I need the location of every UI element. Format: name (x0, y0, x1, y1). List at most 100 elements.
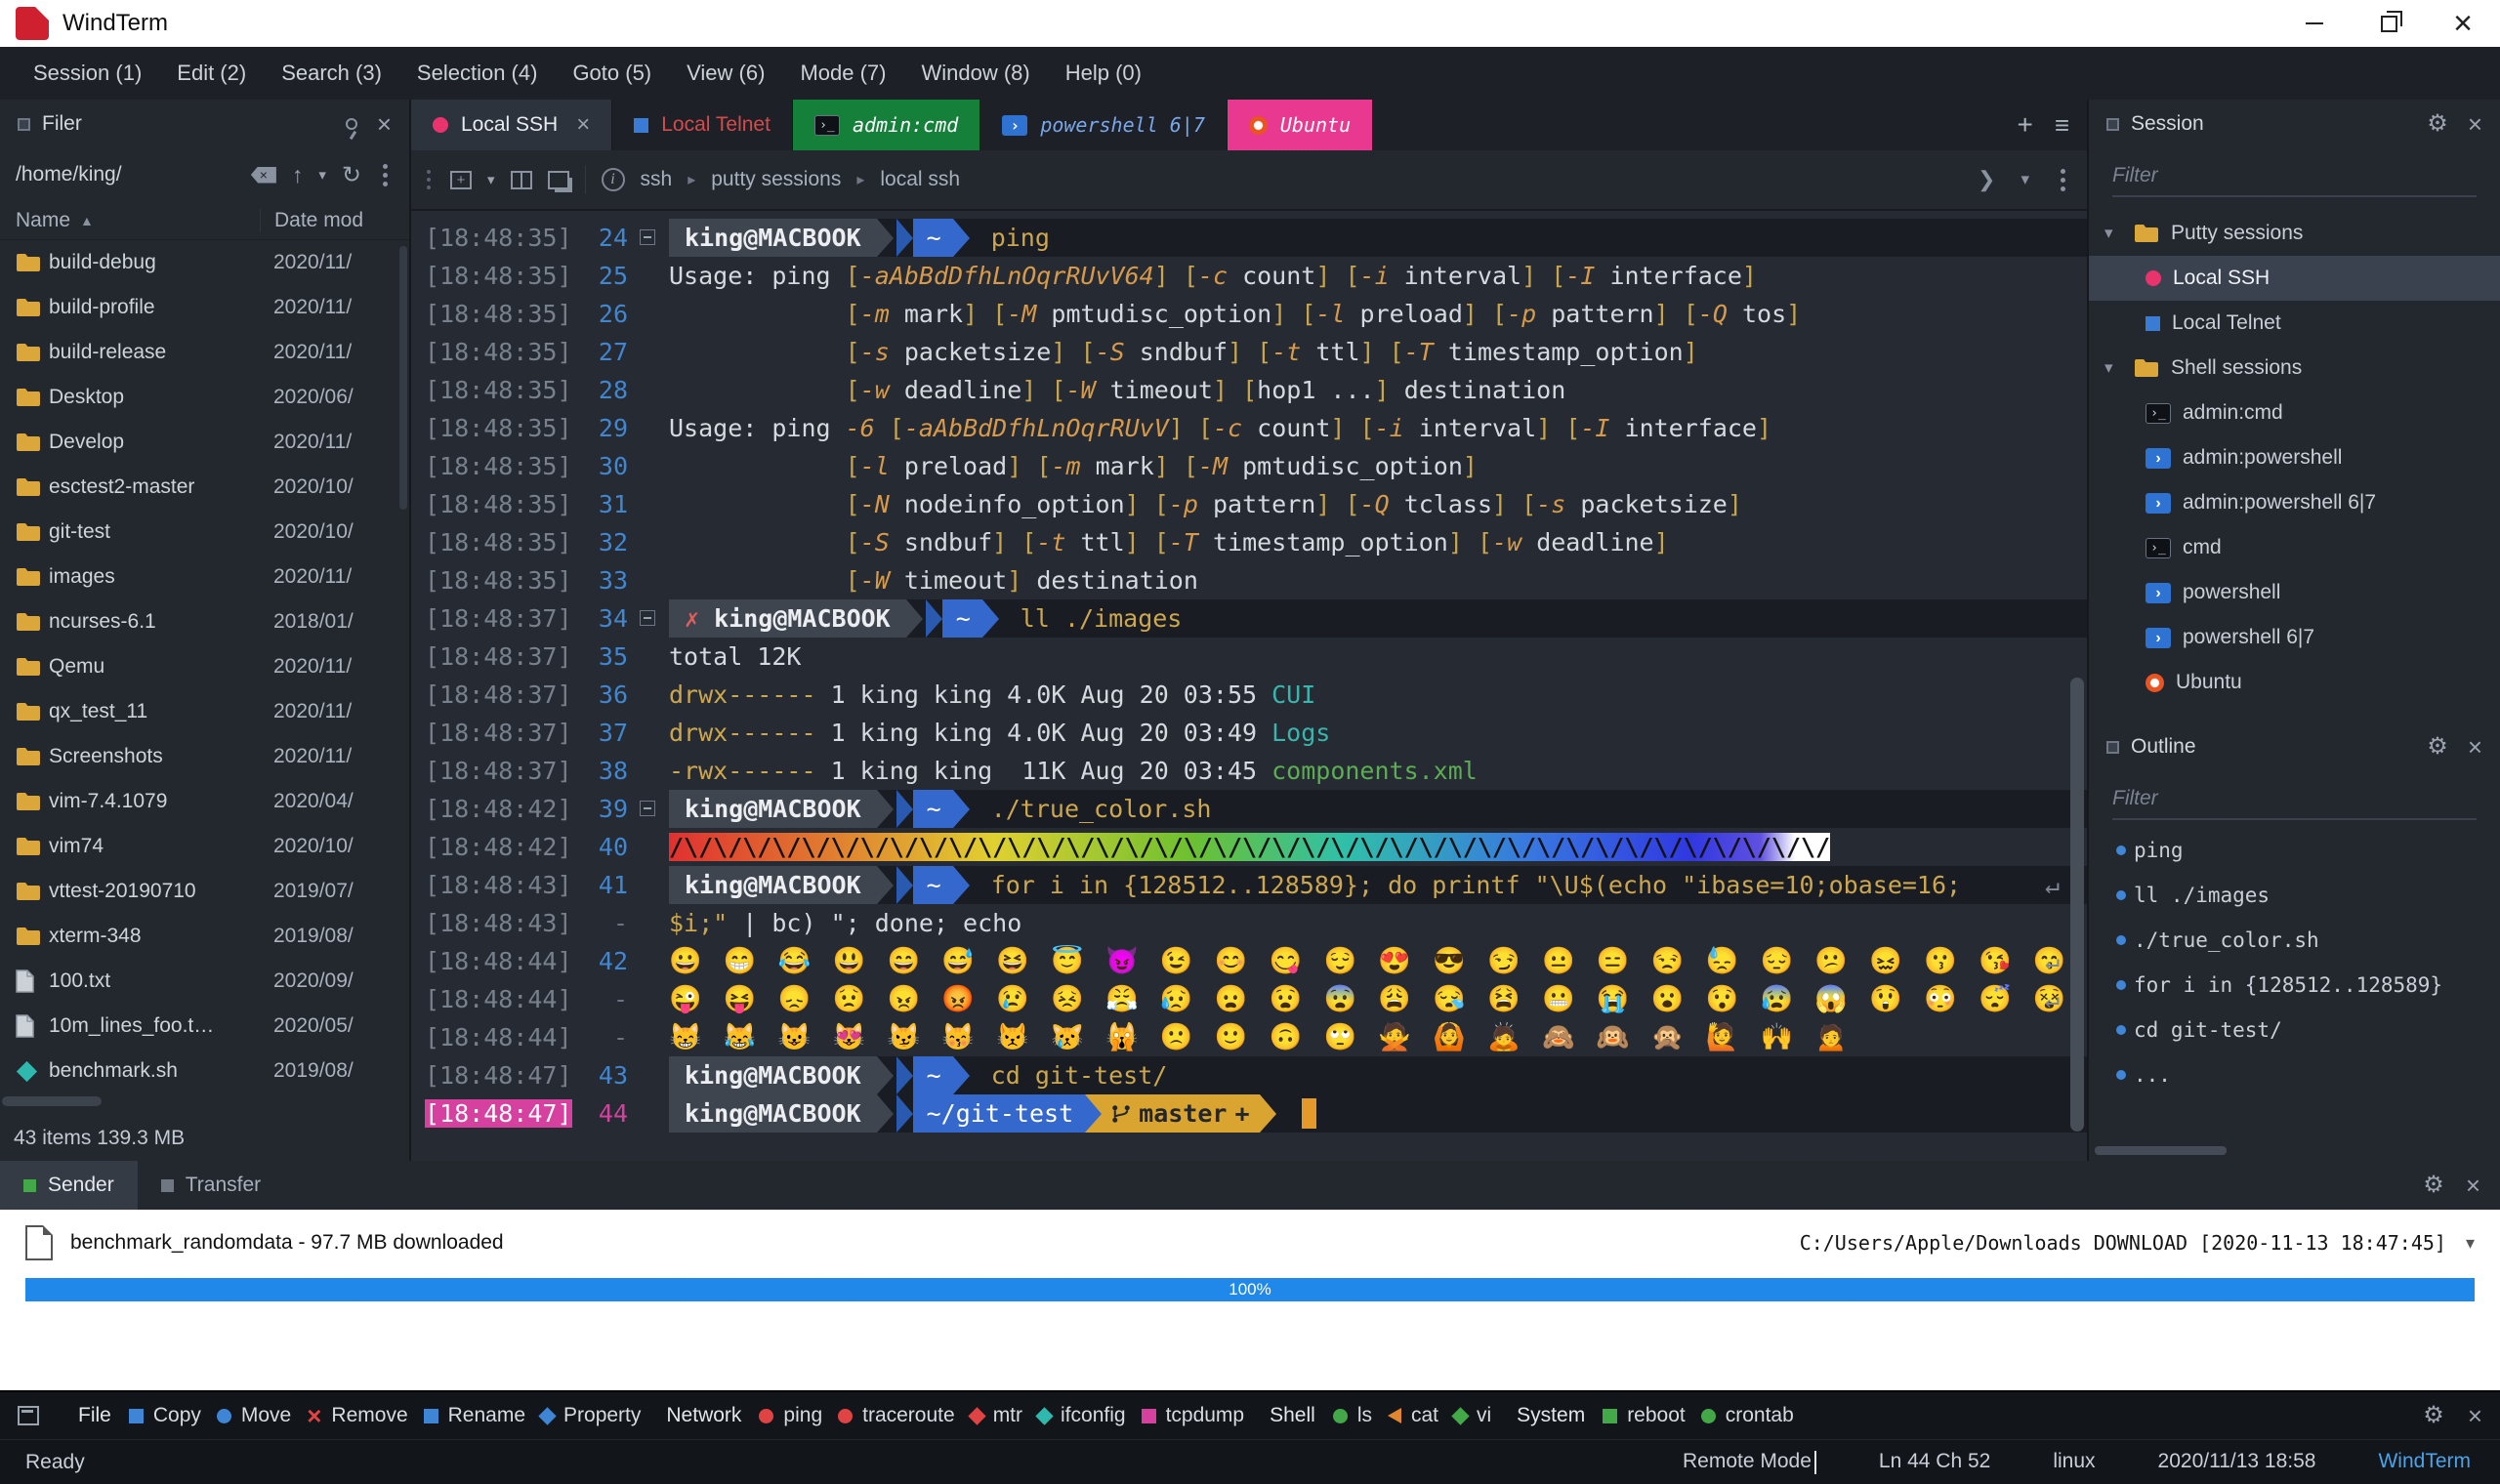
filer-row-screenshots[interactable]: Screenshots 2020/11/ (0, 734, 409, 779)
column-date-modified[interactable]: Date mod (260, 208, 363, 232)
filer-row-vttest-20190710[interactable]: vttest-20190710 2019/07/ (0, 869, 409, 914)
close-button[interactable]: × (2426, 0, 2500, 47)
session-item-admin-cmd[interactable]: ›_ admin:cmd (2089, 391, 2500, 435)
outline-item-true-color-sh[interactable]: ./true_color.sh (2089, 918, 2500, 963)
toolbar-group-file[interactable]: File (78, 1404, 111, 1427)
breadcrumb-segment-ssh[interactable]: ssh (641, 168, 673, 191)
filer-row-vim-7-4-1079[interactable]: vim-7.4.1079 2020/04/ (0, 779, 409, 824)
toolbar-command-move[interactable]: Move (216, 1404, 291, 1427)
terminal-window-icon[interactable] (18, 1406, 39, 1425)
menu-item-selection-4[interactable]: Selection (4) (403, 55, 552, 92)
outline-item-[interactable]: ... (2089, 1052, 2500, 1097)
more-options-icon[interactable] (2061, 177, 2065, 183)
outline-close-icon[interactable]: × (2468, 734, 2482, 760)
filer-row-xterm-348[interactable]: xterm-348 2019/08/ (0, 914, 409, 959)
filer-hscroll-thumb[interactable] (2, 1096, 102, 1106)
toolbar-command-ifconfig[interactable]: ifconfig (1035, 1404, 1126, 1427)
info-icon[interactable]: i (601, 168, 625, 191)
filer-row-10m-lines-foo-t[interactable]: 10m_lines_foo.t… 2020/05/ (0, 1004, 409, 1049)
toolbar-settings-icon[interactable]: ⚙ (2423, 1404, 2444, 1427)
transfer-close-icon[interactable]: × (2466, 1173, 2480, 1198)
toolbar-close-icon[interactable]: × (2468, 1403, 2482, 1428)
new-session-icon[interactable]: + (450, 170, 472, 189)
chevron-down-icon[interactable]: ▾ (2104, 224, 2122, 243)
download-item[interactable]: benchmark_randomdata - 97.7 MB downloade… (25, 1225, 2475, 1260)
menu-item-session-1[interactable]: Session (1) (20, 55, 155, 92)
filer-row-ncurses-6-1[interactable]: ncurses-6.1 2018/01/ (0, 599, 409, 644)
menu-item-goto-5[interactable]: Goto (5) (559, 55, 665, 92)
refresh-icon[interactable]: ↻ (342, 161, 361, 189)
filer-row-build-release[interactable]: build-release 2020/11/ (0, 330, 409, 375)
toolbar-command-ping[interactable]: ping (759, 1404, 822, 1427)
transfer-tab-transfer[interactable]: Transfer (138, 1161, 284, 1210)
fold-marker-icon[interactable] (640, 229, 655, 245)
up-dropdown-icon[interactable]: ▾ (318, 166, 326, 184)
split-view-icon[interactable] (510, 170, 532, 189)
toolbar-command-vi[interactable]: vi (1451, 1404, 1491, 1427)
outline-item-ll-images[interactable]: ll ./images (2089, 873, 2500, 918)
toolbar-command-mtr[interactable]: mtr (967, 1404, 1022, 1427)
tab-ubuntu[interactable]: Ubuntu (1227, 100, 1374, 150)
outline-item-cd-git-test[interactable]: cd git-test/ (2089, 1008, 2500, 1052)
transfer-settings-icon[interactable]: ⚙ (2423, 1174, 2444, 1197)
fold-marker-icon[interactable] (640, 610, 655, 626)
filer-path[interactable]: /home/king/ (16, 163, 122, 186)
session-group-putty-sessions[interactable]: ▾ Putty sessions (2089, 211, 2500, 256)
filer-row-desktop[interactable]: Desktop 2020/06/ (0, 375, 409, 420)
tab-list-icon[interactable]: ≡ (2055, 110, 2069, 141)
session-item-admin-powershell[interactable]: › admin:powershell (2089, 435, 2500, 480)
outline-item-for-i-in-128512-128589[interactable]: for i in {128512..128589} (2089, 963, 2500, 1008)
filer-row-esctest2-master[interactable]: esctest2-master 2020/10/ (0, 465, 409, 510)
tab-powershell-6-7[interactable]: › powershell 6|7 (980, 100, 1228, 150)
filer-vscroll-thumb[interactable] (399, 246, 407, 510)
menu-item-window-8[interactable]: Window (8) (907, 55, 1043, 92)
terminal-vscroll-thumb[interactable] (2070, 678, 2084, 1132)
filer-row-100-txt[interactable]: 100.txt 2020/09/ (0, 959, 409, 1004)
outline-item-ping[interactable]: ping (2089, 828, 2500, 873)
toolbar-command-cat[interactable]: cat (1387, 1404, 1438, 1427)
filer-row-benchmark-sh[interactable]: benchmark.sh 2019/08/ (0, 1049, 409, 1093)
outline-filter-input[interactable]: Filter (2112, 777, 2477, 820)
session-settings-icon[interactable]: ⚙ (2427, 112, 2448, 136)
restore-button[interactable] (2352, 0, 2426, 47)
session-item-local-ssh[interactable]: Local SSH (2089, 256, 2500, 301)
up-directory-icon[interactable]: ↑ (292, 162, 304, 188)
breadcrumb-segment-local-ssh[interactable]: local ssh (880, 168, 960, 191)
session-item-ubuntu[interactable]: Ubuntu (2089, 660, 2500, 705)
status-mode[interactable]: Remote Mode (1683, 1450, 1816, 1474)
session-item-admin-powershell-6-7[interactable]: › admin:powershell 6|7 (2089, 480, 2500, 525)
session-item-powershell[interactable]: › powershell (2089, 570, 2500, 615)
backspace-icon[interactable]: × (250, 166, 276, 184)
tab-close-icon[interactable]: × (576, 111, 590, 139)
go-forward-icon[interactable]: ❯ (1978, 167, 1995, 192)
session-item-cmd[interactable]: ›_ cmd (2089, 525, 2500, 570)
transfer-tab-sender[interactable]: Sender (0, 1161, 138, 1210)
breadcrumb-segment-putty-sessions[interactable]: putty sessions (711, 168, 841, 191)
sidebar-hscroll-thumb[interactable] (2095, 1146, 2227, 1155)
filer-row-build-debug[interactable]: build-debug 2020/11/ (0, 240, 409, 285)
menu-item-help-0[interactable]: Help (0) (1052, 55, 1155, 92)
toolbar-command-tcpdump[interactable]: tcpdump (1141, 1404, 1244, 1427)
clone-session-icon[interactable] (547, 170, 569, 189)
toolbar-group-shell[interactable]: Shell (1270, 1404, 1315, 1427)
session-item-local-telnet[interactable]: Local Telnet (2089, 301, 2500, 346)
new-tab-icon[interactable]: + (2017, 109, 2032, 141)
terminal[interactable]: [18:48:35] 24 king@MACBOOK ~ ping [18:48:35] 2… (411, 211, 2087, 1161)
toolbar-command-traceroute[interactable]: traceroute (838, 1404, 955, 1427)
outline-settings-icon[interactable]: ⚙ (2427, 735, 2448, 759)
filer-row-images[interactable]: images 2020/11/ (0, 555, 409, 599)
minimize-button[interactable] (2277, 0, 2352, 47)
session-group-shell-sessions[interactable]: ▾ Shell sessions (2089, 346, 2500, 391)
toolbar-command-reboot[interactable]: reboot (1603, 1404, 1686, 1427)
menu-item-search-3[interactable]: Search (3) (268, 55, 396, 92)
toolbar-command-ls[interactable]: ls (1332, 1404, 1372, 1427)
status-app-name[interactable]: WindTerm (2378, 1450, 2471, 1473)
toolbar-command-copy[interactable]: Copy (128, 1404, 201, 1427)
toolbar-command-remove[interactable]: × Remove (307, 1403, 407, 1428)
tab-local-telnet[interactable]: Local Telnet (612, 100, 793, 150)
filer-menu-icon[interactable] (383, 172, 388, 178)
download-dropdown-icon[interactable]: ▾ (2466, 1233, 2475, 1254)
menu-item-view-6[interactable]: View (6) (673, 55, 778, 92)
filer-row-build-profile[interactable]: build-profile 2020/11/ (0, 285, 409, 330)
toolbar-group-network[interactable]: Network (666, 1404, 741, 1427)
